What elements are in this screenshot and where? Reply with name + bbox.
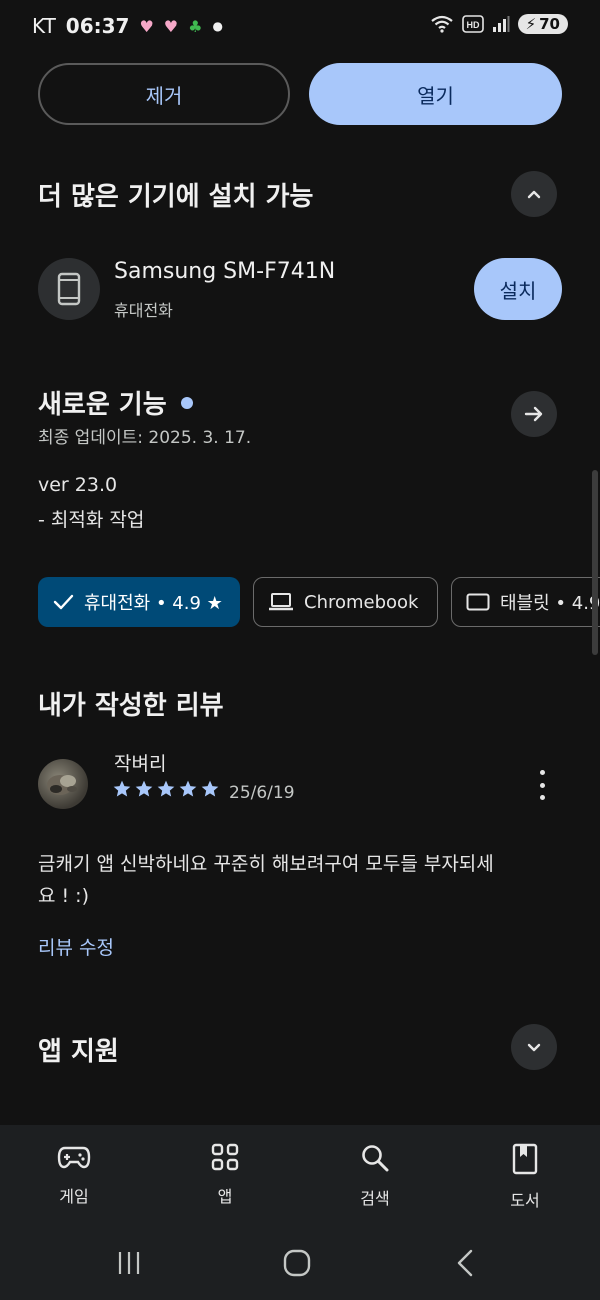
star-rating [112, 779, 220, 799]
pink-heart-icon: ♥ [163, 16, 179, 36]
search-icon [362, 1145, 389, 1172]
avatar-image [47, 775, 77, 795]
status-bar: KT 06:37 ♥ ♥ ♣ ● HD ⚡ 70 [0, 0, 600, 56]
gamepad-icon [57, 1146, 91, 1169]
nav-books-label: 도서 [510, 1191, 540, 1210]
remove-button-label: 제거 [145, 83, 183, 108]
nav-books[interactable]: 도서 [475, 1143, 575, 1211]
star-icon [135, 780, 153, 797]
nav-games-label: 게임 [59, 1187, 89, 1206]
recents-icon [118, 1252, 140, 1274]
chip-chromebook-label: Chromebook [304, 591, 419, 613]
last-updated: 최종 업데이트: 2025. 3. 17. [38, 428, 252, 448]
expand-app-support-button[interactable] [511, 1024, 557, 1070]
open-button[interactable]: 열기 [309, 63, 562, 125]
remove-button[interactable]: 제거 [38, 63, 290, 125]
whats-new-header[interactable]: 새로운 기능 [38, 384, 193, 421]
review-date: 25/6/19 [229, 783, 295, 803]
open-button-label: 열기 [417, 83, 454, 108]
chip-tablet[interactable]: 태블릿 • 4.9 [451, 577, 600, 627]
tablet-icon [466, 593, 490, 611]
system-navigation-bar [0, 1238, 600, 1288]
review-text: 금캐기 앱 신박하네요 꾸준히 해보려구여 모두들 부자되세요 ! :) [38, 853, 494, 907]
status-right: HD ⚡ 70 [430, 14, 568, 34]
app-support-title: 앱 지원 [38, 1037, 119, 1067]
clock: 06:37 [65, 14, 130, 38]
battery-indicator: ⚡ 70 [517, 14, 568, 34]
device-type: 휴대전화 [114, 301, 173, 320]
home-button[interactable] [267, 1238, 327, 1288]
nav-apps[interactable]: 앱 [175, 1143, 275, 1207]
more-vert-icon [539, 770, 545, 775]
whats-new-arrow-button[interactable] [511, 391, 557, 437]
arrow-right-icon [524, 406, 543, 422]
signal-icon [492, 16, 510, 32]
scrollbar[interactable] [592, 470, 598, 655]
smartphone-icon [57, 272, 81, 306]
nav-search[interactable]: 검색 [325, 1143, 425, 1209]
device-avatar [38, 258, 100, 320]
install-button-label: 설치 [499, 278, 537, 303]
chip-phone[interactable]: 휴대전화 • 4.9 ★ [38, 577, 240, 627]
wifi-icon [430, 15, 453, 33]
check-icon [53, 594, 74, 610]
star-icon [113, 780, 131, 797]
chevron-down-icon [527, 1043, 541, 1052]
bottom-navigation: 게임 앱 검색 도서 [0, 1125, 600, 1300]
recents-button[interactable] [99, 1238, 159, 1288]
star-icon [157, 780, 175, 797]
status-left: KT 06:37 ♥ ♥ ♣ ● [32, 14, 223, 38]
dot-icon: ● [212, 19, 223, 33]
chip-chromebook[interactable]: Chromebook [253, 577, 438, 627]
device-name: Samsung SM-F741N [114, 259, 336, 284]
clover-icon: ♣ [188, 16, 203, 36]
nav-search-label: 검색 [360, 1189, 390, 1208]
back-button[interactable] [435, 1238, 495, 1288]
my-review-title: 내가 작성한 리뷰 [38, 691, 224, 721]
more-devices-title: 더 많은 기기에 설치 가능 [38, 182, 314, 212]
nav-apps-label: 앱 [217, 1187, 233, 1206]
back-icon [457, 1249, 473, 1277]
laptop-icon [269, 593, 293, 611]
svg-text:HD: HD [466, 20, 479, 30]
battery-level: 70 [539, 15, 560, 33]
release-note: - 최적화 작업 [38, 509, 145, 531]
chip-phone-label: 휴대전화 • 4.9 ★ [84, 593, 223, 614]
install-button[interactable]: 설치 [474, 258, 562, 320]
nav-games[interactable]: 게임 [24, 1143, 124, 1207]
new-indicator-dot [180, 396, 193, 409]
avatar [38, 759, 88, 809]
book-icon [512, 1143, 538, 1175]
review-more-menu-button[interactable] [530, 770, 554, 800]
apps-grid-icon [211, 1143, 239, 1171]
home-icon [283, 1249, 311, 1277]
chip-tablet-label: 태블릿 • 4.9 [500, 593, 600, 614]
chevron-up-icon [527, 190, 541, 199]
edit-review-link[interactable]: 리뷰 수정 [38, 933, 114, 960]
collapse-button[interactable] [511, 171, 557, 217]
whats-new-title: 새로운 기능 [38, 390, 167, 420]
hd-voice-icon: HD [461, 15, 484, 33]
charging-icon: ⚡ [525, 15, 537, 33]
carrier-label: KT [32, 14, 56, 38]
star-icon [179, 780, 197, 797]
pink-heart-icon: ♥ [139, 16, 154, 36]
star-icon [201, 780, 219, 797]
reviewer-name: 작벼리 [114, 753, 167, 775]
version-text: ver 23.0 [38, 474, 118, 496]
